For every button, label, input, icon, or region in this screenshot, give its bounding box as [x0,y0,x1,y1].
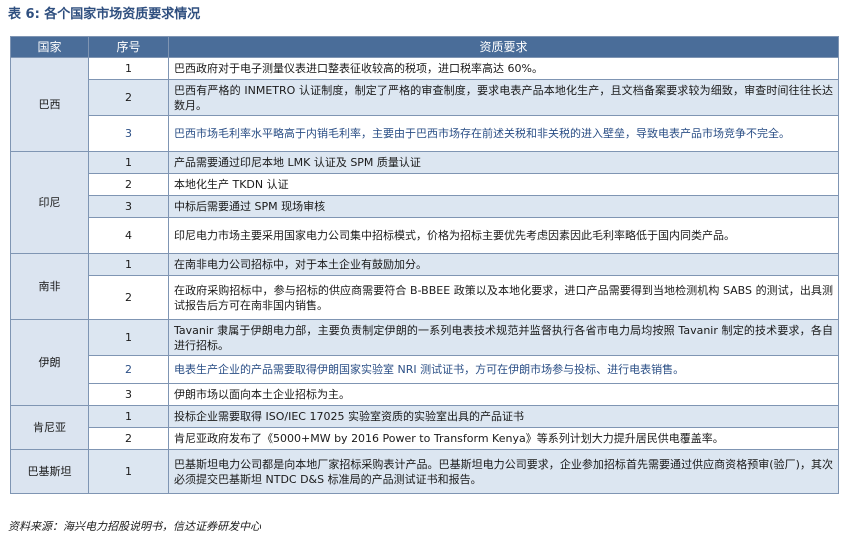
table-row: 巴西 1 巴西政府对于电子测量仪表进口整表征收较高的税项，进口税率高达 60%。 [10,57,839,152]
qualification-table: 国家 序号 资质要求 巴西 1 巴西政府对于电子测量仪表进口整表征收较高的税项，… [10,36,839,494]
table-row: 4 印尼电力市场主要采用国家电力公司集中招标模式，价格为招标主要优先考虑因素因此… [11,217,839,254]
seq-cell: 3 [88,115,169,152]
source-note: 资料来源：海兴电力招股说明书，信达证券研发中心 [8,520,261,533]
table-row: 肯尼亚 1 投标企业需要取得 ISO/IEC 17025 实验室资质的实验室出具… [10,405,839,450]
table-row: 2 肯尼亚政府发布了《5000+MW by 2016 Power to Tran… [11,427,839,450]
seq-cell: 1 [88,253,169,276]
requirement-cell: 印尼电力市场主要采用国家电力公司集中招标模式，价格为招标主要优先考虑因素因此毛利… [168,217,839,254]
requirement-cell: Tavanir 隶属于伊朗电力部，主要负责制定伊朗的一系列电表技术规范并监督执行… [168,319,839,356]
seq-cell: 3 [88,383,169,406]
requirement-cell: 中标后需要通过 SPM 现场审核 [168,195,839,218]
country-cell: 肯尼亚 [10,405,89,450]
requirement-cell: 巴西有严格的 INMETRO 认证制度，制定了严格的审查制度，要求电表产品本地化… [168,79,839,116]
seq-cell: 2 [88,355,169,384]
requirement-cell: 电表生产企业的产品需要取得伊朗国家实验室 NRI 测试证书，方可在伊朗市场参与投… [168,355,839,384]
seq-cell: 1 [88,319,169,356]
requirement-cell: 在南非电力公司招标中，对于本土企业有鼓励加分。 [168,253,839,276]
seq-cell: 3 [88,195,169,218]
seq-cell: 1 [88,405,169,428]
requirement-cell: 伊朗市场以面向本土企业招标为主。 [168,383,839,406]
requirement-cell: 巴基斯坦电力公司都是向本地厂家招标采购表计产品。巴基斯坦电力公司要求，企业参加招… [168,449,839,494]
table-title: 表 6: 各个国家市场资质要求情况 [8,7,201,22]
country-cell: 伊朗 [10,319,89,406]
table-row: 巴基斯坦 1 巴基斯坦电力公司都是向本地厂家招标采购表计产品。巴基斯坦电力公司要… [10,449,839,494]
requirement-cell: 肯尼亚政府发布了《5000+MW by 2016 Power to Transf… [168,427,839,450]
header-requirement: 资质要求 [168,36,839,58]
requirement-cell: 投标企业需要取得 ISO/IEC 17025 实验室资质的实验室出具的产品证书 [168,405,839,428]
seq-cell: 1 [88,449,169,494]
country-cell: 南非 [10,253,89,320]
seq-cell: 2 [88,427,169,450]
country-cell: 巴基斯坦 [10,449,89,494]
requirement-cell: 产品需要通过印尼本地 LMK 认证及 SPM 质量认证 [168,151,839,174]
header-seq: 序号 [88,36,169,58]
table-row: 2 电表生产企业的产品需要取得伊朗国家实验室 NRI 测试证书，方可在伊朗市场参… [11,355,839,384]
seq-cell: 1 [88,151,169,174]
table-row: 印尼 1 产品需要通过印尼本地 LMK 认证及 SPM 质量认证 [10,151,839,254]
seq-cell: 4 [88,217,169,254]
country-cell: 巴西 [10,57,89,152]
table-row: 南非 1 在南非电力公司招标中，对于本土企业有鼓励加分。 [10,253,839,320]
seq-cell: 2 [88,275,169,320]
table-row: 3 巴西市场毛利率水平略高于内销毛利率，主要由于巴西市场存在前述关税和非关税的进… [11,115,839,152]
seq-cell: 2 [88,79,169,116]
table-row: 2 巴西有严格的 INMETRO 认证制度，制定了严格的审查制度，要求电表产品本… [11,79,839,116]
requirement-cell: 巴西政府对于电子测量仪表进口整表征收较高的税项，进口税率高达 60%。 [168,57,839,80]
table-header-row: 国家 序号 资质要求 [10,36,839,58]
requirement-cell: 本地化生产 TKDN 认证 [168,173,839,196]
table-row: 2 在政府采购招标中，参与招标的供应商需要符合 B-BBEE 政策以及本地化要求… [11,275,839,320]
country-cell: 印尼 [10,151,89,254]
table-row: 3 伊朗市场以面向本土企业招标为主。 [11,383,839,406]
header-country: 国家 [10,36,89,58]
table-row: 2 本地化生产 TKDN 认证 [11,173,839,196]
requirement-cell: 巴西市场毛利率水平略高于内销毛利率，主要由于巴西市场存在前述关税和非关税的进入壁… [168,115,839,152]
seq-cell: 2 [88,173,169,196]
seq-cell: 1 [88,57,169,80]
table-row: 3 中标后需要通过 SPM 现场审核 [11,195,839,218]
requirement-cell: 在政府采购招标中，参与招标的供应商需要符合 B-BBEE 政策以及本地化要求，进… [168,275,839,320]
table-row: 伊朗 1 Tavanir 隶属于伊朗电力部，主要负责制定伊朗的一系列电表技术规范… [10,319,839,406]
